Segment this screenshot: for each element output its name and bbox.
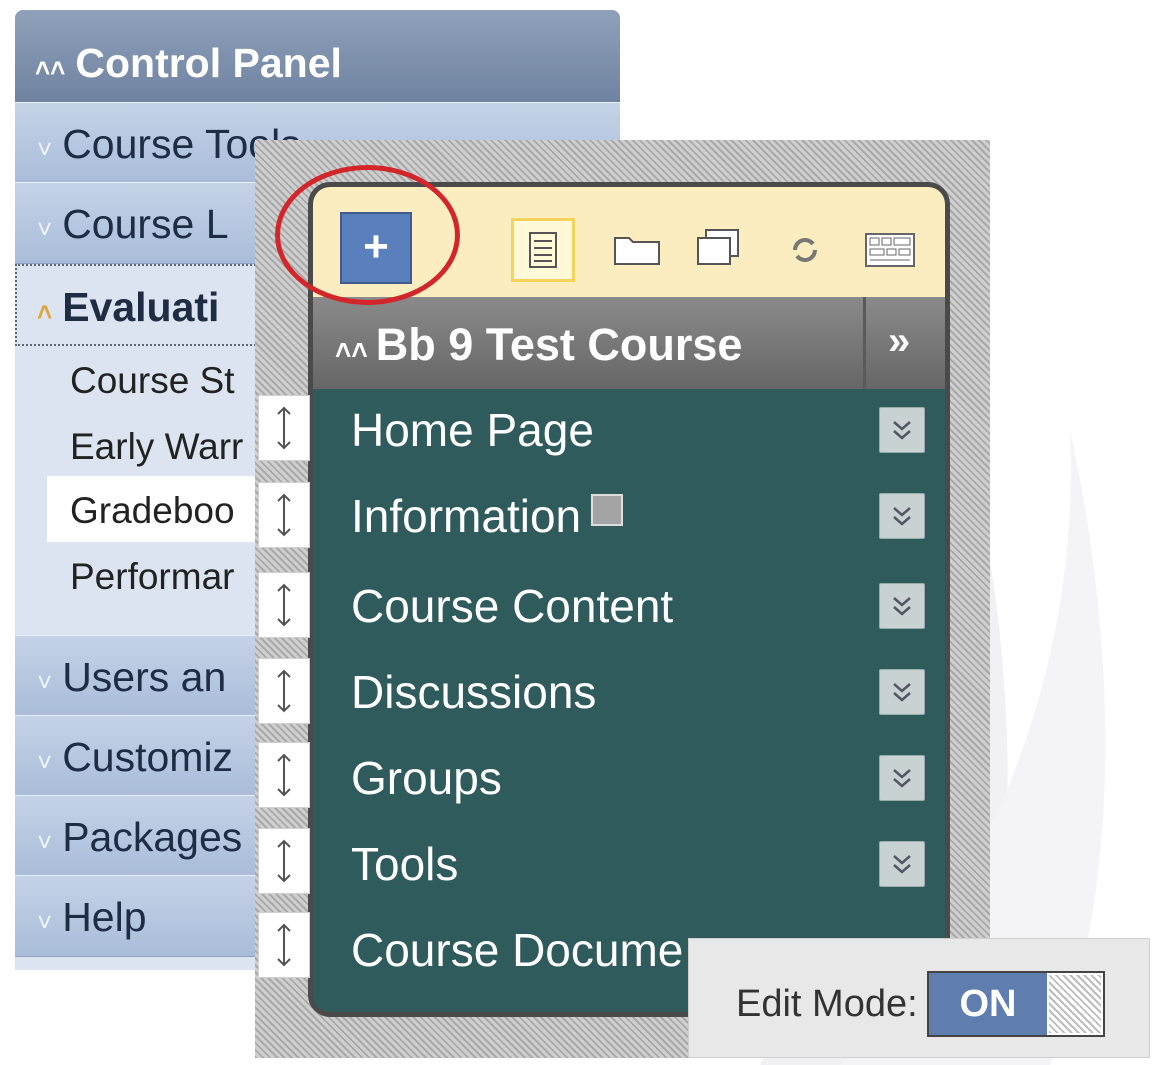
menu-item-course-content[interactable]: Course Content xyxy=(313,565,945,651)
edit-mode-panel: Edit Mode: ON xyxy=(688,938,1150,1058)
window-icon[interactable] xyxy=(688,218,752,282)
collapse-icon: ˄˄ xyxy=(35,53,66,83)
menu-item-home-page[interactable]: Home Page xyxy=(313,389,945,475)
chevron-down-icon: ˅ xyxy=(37,747,53,777)
control-panel-header[interactable]: ˄˄ Control Panel xyxy=(15,10,620,102)
options-chevron-icon[interactable] xyxy=(879,493,925,539)
section-label: Course L xyxy=(62,201,229,247)
course-title-bar[interactable]: ˄˄ Bb 9 Test Course » xyxy=(313,297,945,389)
section-label: Users an xyxy=(62,654,227,700)
edit-mode-toggle[interactable]: ON xyxy=(927,971,1105,1037)
hidden-item-icon xyxy=(591,494,624,526)
folder-view-icon[interactable] xyxy=(605,218,669,282)
collapse-icon: ˄˄ xyxy=(335,335,368,366)
course-title: Bb 9 Test Course xyxy=(375,319,743,370)
drag-handle[interactable] xyxy=(258,828,310,894)
sub-item-label: Early Warr xyxy=(70,426,244,467)
menu-item-label: Discussions xyxy=(351,666,597,718)
section-label: Customiz xyxy=(62,734,234,780)
control-panel-title: Control Panel xyxy=(75,40,342,86)
drag-handle[interactable] xyxy=(258,395,310,461)
menu-item-label: Information xyxy=(351,490,582,542)
options-chevron-icon[interactable] xyxy=(879,669,925,715)
drag-handle[interactable] xyxy=(258,912,310,978)
menu-item-information[interactable]: Information xyxy=(313,475,945,561)
sub-item-label: Gradeboo xyxy=(70,490,235,531)
drag-handle[interactable] xyxy=(258,742,310,808)
menu-item-label: Course Docume xyxy=(351,924,684,976)
section-label: Help xyxy=(62,894,147,940)
chevron-down-icon: ˅ xyxy=(37,907,53,937)
chevron-down-icon: ˅ xyxy=(37,667,53,697)
menu-item-label: Groups xyxy=(351,752,502,804)
options-chevron-icon[interactable] xyxy=(879,755,925,801)
drag-handle[interactable] xyxy=(258,572,310,638)
options-chevron-icon[interactable] xyxy=(879,583,925,629)
expand-menu-button[interactable]: » xyxy=(888,319,910,364)
chevron-down-icon: ˅ xyxy=(37,827,53,857)
options-chevron-icon[interactable] xyxy=(879,407,925,453)
refresh-icon[interactable] xyxy=(773,218,837,282)
section-label: Evaluati xyxy=(62,284,220,330)
drag-handle[interactable] xyxy=(258,482,310,548)
chevron-up-icon: ˄ xyxy=(37,297,53,327)
drag-handle[interactable] xyxy=(258,658,310,724)
sub-item-label: Course St xyxy=(70,360,235,401)
list-view-icon[interactable] xyxy=(511,218,575,282)
sub-item-label: Performar xyxy=(70,556,235,597)
course-menu: + ˄˄ Bb 9 Test Course » Home Page Informa… xyxy=(308,182,950,1017)
highlight-circle xyxy=(275,165,460,305)
edit-mode-label: Edit Mode: xyxy=(736,983,918,1025)
chevron-down-icon: ˅ xyxy=(37,134,53,164)
menu-item-label: Home Page xyxy=(351,404,594,456)
menu-item-discussions[interactable]: Discussions xyxy=(313,651,945,737)
divider xyxy=(863,297,866,389)
options-chevron-icon[interactable] xyxy=(879,841,925,887)
menu-item-label: Course Content xyxy=(351,580,674,632)
menu-item-label: Tools xyxy=(351,838,459,890)
section-label: Packages xyxy=(62,814,243,860)
grid-icon[interactable] xyxy=(858,218,922,282)
toggle-knob xyxy=(1049,975,1101,1033)
menu-item-tools[interactable]: Tools xyxy=(313,823,945,909)
chevron-down-icon: ˅ xyxy=(37,214,53,244)
edit-mode-state: ON xyxy=(929,973,1047,1035)
menu-item-groups[interactable]: Groups xyxy=(313,737,945,823)
